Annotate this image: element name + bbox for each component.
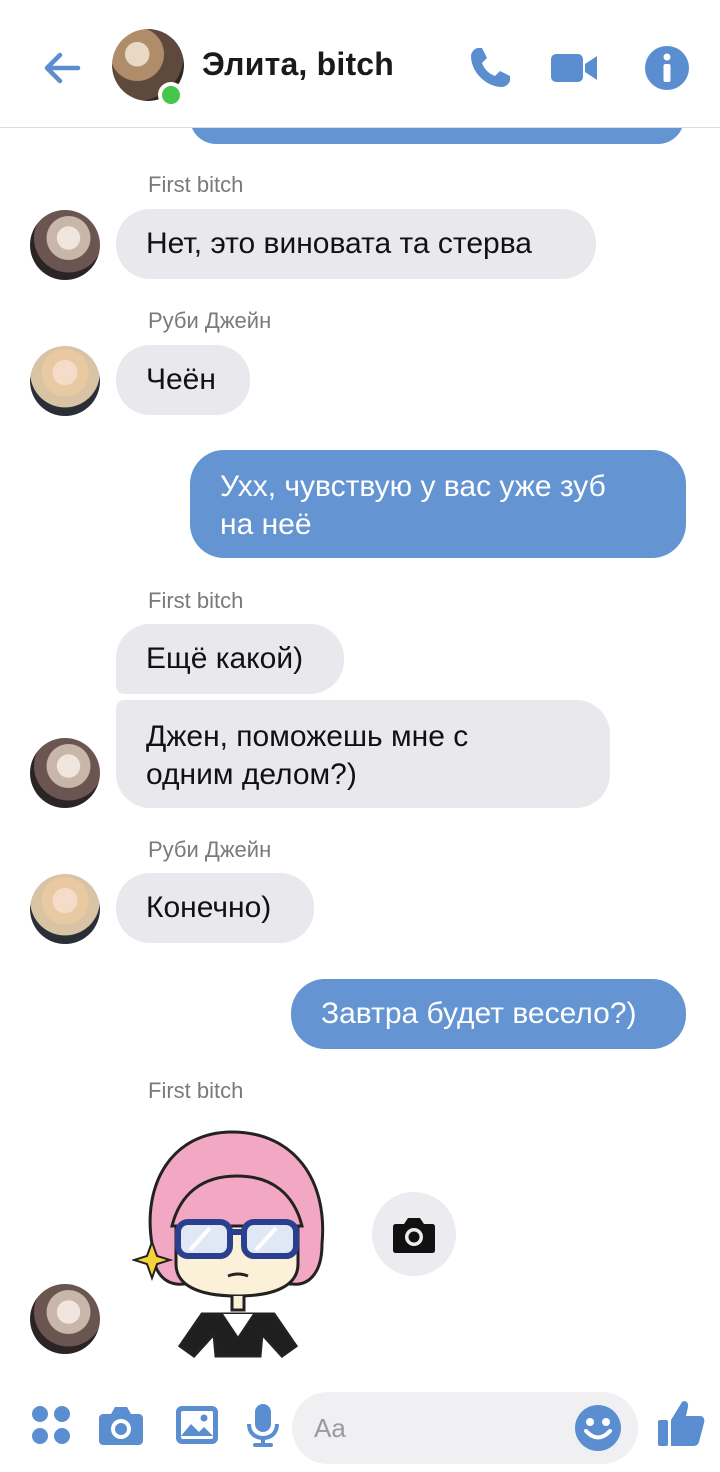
gallery-icon[interactable] <box>174 1402 220 1448</box>
camera-icon <box>393 1218 435 1253</box>
incoming-message-bubble[interactable]: Конечно) <box>116 873 314 943</box>
sender-name: First bitch <box>148 1078 244 1103</box>
back-arrow-icon[interactable] <box>38 44 86 92</box>
video-camera-icon[interactable] <box>550 44 598 92</box>
message-line: Ухх, чувствую у вас уже зуб <box>220 470 606 503</box>
camera-icon[interactable] <box>98 1402 144 1448</box>
avatar[interactable] <box>30 874 100 944</box>
message-line: одним делом?) <box>146 758 357 791</box>
chat-title[interactable]: Элита, bitch <box>202 46 394 83</box>
incoming-message-bubble[interactable]: Джен, поможешь мне с одним делом?) <box>116 700 610 808</box>
message-line: Джен, поможешь мне с <box>146 720 469 753</box>
online-status-dot <box>158 82 184 108</box>
sender-name: First bitch <box>148 172 244 197</box>
info-icon[interactable] <box>643 44 691 92</box>
sticker-camera-button[interactable] <box>372 1192 456 1276</box>
avatar[interactable] <box>30 346 100 416</box>
incoming-message-bubble[interactable]: Ещё какой) <box>116 624 344 694</box>
sender-name: Руби Джейн <box>148 308 272 333</box>
thumbs-up-icon[interactable] <box>656 1398 706 1448</box>
emoji-icon[interactable] <box>574 1404 622 1452</box>
outgoing-message-bubble[interactable]: Ухх, чувствую у вас уже зуб на неё <box>190 450 686 558</box>
avatar[interactable] <box>30 210 100 280</box>
message-input[interactable] <box>314 1408 554 1448</box>
avatar[interactable] <box>30 1284 100 1354</box>
message-input-container[interactable] <box>292 1392 638 1464</box>
outgoing-message-bubble[interactable]: Завтра будет весело?) <box>291 979 686 1049</box>
incoming-message-bubble[interactable]: Нет, это виновата та стерва <box>116 209 596 279</box>
apps-grid-icon[interactable] <box>28 1402 74 1448</box>
sticker-image[interactable] <box>132 1124 342 1360</box>
composer-bar <box>0 1380 720 1472</box>
message-line: на неё <box>220 508 312 541</box>
phone-icon[interactable] <box>466 44 514 92</box>
incoming-message-bubble[interactable]: Чеён <box>116 345 250 415</box>
avatar[interactable] <box>30 738 100 808</box>
microphone-icon[interactable] <box>240 1402 286 1448</box>
chat-header: Элита, bitch <box>0 0 720 128</box>
sender-name: First bitch <box>148 588 244 613</box>
sender-name: Руби Джейн <box>148 837 272 862</box>
